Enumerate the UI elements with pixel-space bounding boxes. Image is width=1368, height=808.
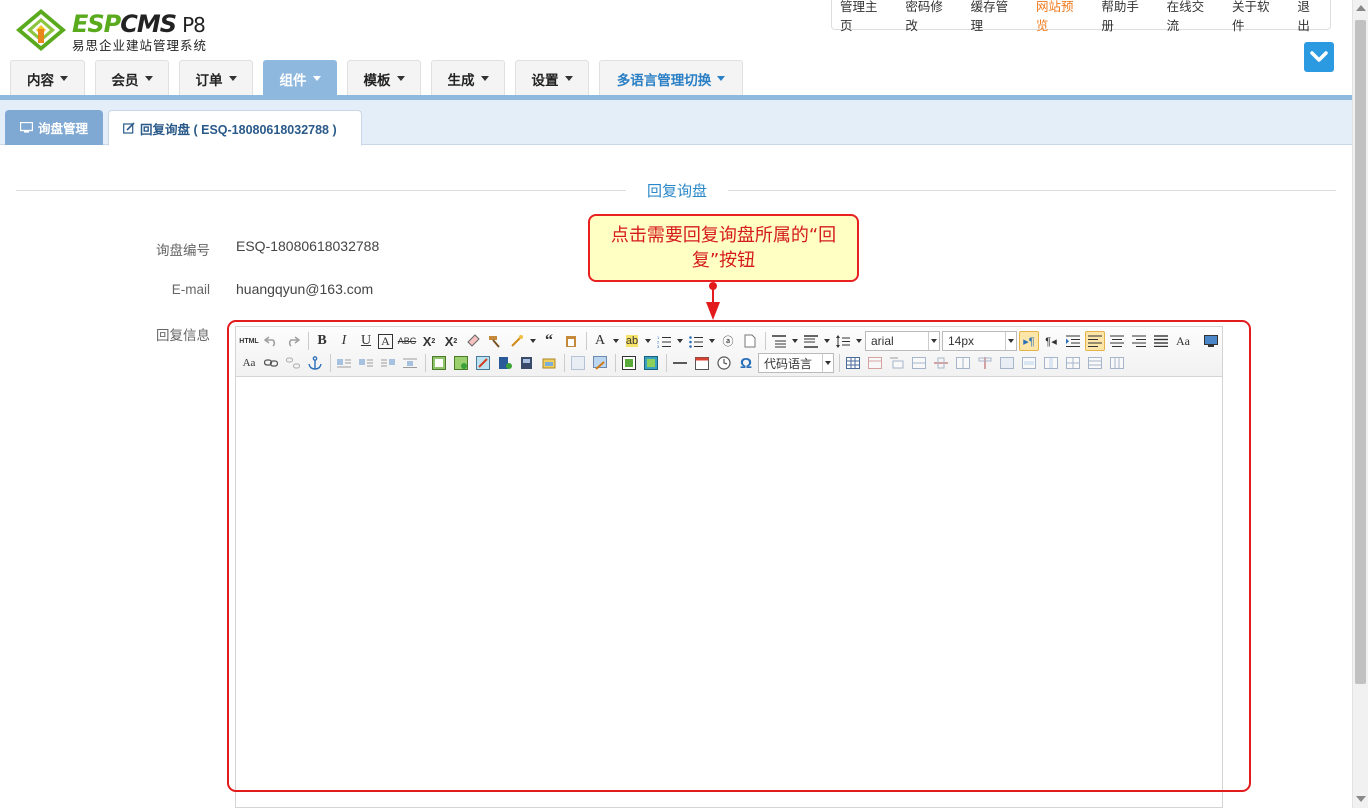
tab-reply-inquiry[interactable]: 回复询盘 ( ESQ-18080618032788 ) xyxy=(108,110,362,146)
logo-subtitle: 易思企业建站管理系统 xyxy=(72,38,208,53)
link-logout[interactable]: 退出 xyxy=(1297,0,1322,34)
link-about[interactable]: 关于软件 xyxy=(1232,0,1281,34)
nav-label: 模板 xyxy=(363,72,391,88)
nav-label: 设置 xyxy=(531,72,559,88)
link-help[interactable]: 帮助手册 xyxy=(1101,0,1150,34)
scrollbar-thumb[interactable] xyxy=(1355,20,1366,684)
nav-label: 多语言管理切换 xyxy=(616,72,712,88)
caret-down-icon xyxy=(480,76,489,81)
nav-order[interactable]: 订单 xyxy=(179,60,253,96)
link-cache[interactable]: 缓存管理 xyxy=(971,0,1020,34)
email-label: E-mail xyxy=(171,282,210,297)
annotation-callout: 点击需要回复询盘所属的“回复”按钮 xyxy=(588,214,859,282)
logo[interactable]: ESPCMS P8 易思企业建站管理系统 xyxy=(14,7,234,55)
nav-label: 生成 xyxy=(447,72,475,88)
link-password[interactable]: 密码修改 xyxy=(905,0,954,34)
annotation-highlight-frame xyxy=(227,320,1251,792)
nav-member[interactable]: 会员 xyxy=(95,60,169,96)
logo-text: ESPCMS P8 xyxy=(72,10,206,38)
tab-label: 回复询盘 ( ESQ-18080618032788 ) xyxy=(140,122,337,137)
caret-down-icon xyxy=(564,76,573,81)
nav-generate[interactable]: 生成 xyxy=(431,60,505,96)
tab-inquiry-management[interactable]: 询盘管理 xyxy=(5,110,103,145)
email-value: huangqyun@163.com xyxy=(236,281,374,297)
tab-label: 询盘管理 xyxy=(37,122,88,136)
vertical-scrollbar[interactable] xyxy=(1352,0,1368,808)
caret-down-icon xyxy=(396,76,405,81)
divider xyxy=(728,190,1336,191)
nav-label: 组件 xyxy=(279,72,307,88)
nav-label: 会员 xyxy=(111,72,139,88)
monitor-icon xyxy=(19,122,33,133)
inquiry-no-label: 询盘编号 xyxy=(156,243,210,258)
nav-label: 订单 xyxy=(195,72,223,88)
scroll-down-icon[interactable] xyxy=(1356,796,1366,802)
reply-label: 回复信息 xyxy=(156,328,210,343)
caret-down-icon xyxy=(312,76,321,81)
scroll-up-icon[interactable] xyxy=(1356,5,1366,11)
link-home[interactable]: 管理主页 xyxy=(840,0,889,34)
link-chat[interactable]: 在线交流 xyxy=(1167,0,1216,34)
caret-down-icon xyxy=(144,76,153,81)
inquiry-no-value: ESQ-18080618032788 xyxy=(236,238,380,254)
main-nav: 内容 会员 订单 组件 模板 生成 设置 多语言管理切换 xyxy=(10,60,753,96)
tab-bar: 询盘管理 回复询盘 ( ESQ-18080618032788 ) xyxy=(0,100,1352,146)
nav-settings[interactable]: 设置 xyxy=(515,60,589,96)
nav-template[interactable]: 模板 xyxy=(347,60,421,96)
section-header: 回复询盘 xyxy=(16,178,1336,202)
chevron-down-icon xyxy=(1310,51,1328,62)
nav-label: 内容 xyxy=(27,72,54,88)
header: ESPCMS P8 易思企业建站管理系统 管理主页 密码修改 缓存管理 网站预览 … xyxy=(0,0,1352,96)
nav-content[interactable]: 内容 xyxy=(10,60,85,96)
nav-language[interactable]: 多语言管理切换 xyxy=(599,60,743,96)
section-title: 回复询盘 xyxy=(646,183,707,200)
link-preview[interactable]: 网站预览 xyxy=(1036,0,1085,34)
logo-mark-icon xyxy=(16,9,66,51)
caret-down-icon xyxy=(717,76,726,81)
collapse-button[interactable] xyxy=(1304,42,1334,72)
divider xyxy=(16,190,626,191)
edit-icon xyxy=(123,122,135,134)
top-links: 管理主页 密码修改 缓存管理 网站预览 帮助手册 在线交流 关于软件 退出 xyxy=(831,0,1331,33)
caret-down-icon xyxy=(60,76,68,81)
caret-down-icon xyxy=(228,76,237,81)
nav-component[interactable]: 组件 xyxy=(263,60,337,96)
